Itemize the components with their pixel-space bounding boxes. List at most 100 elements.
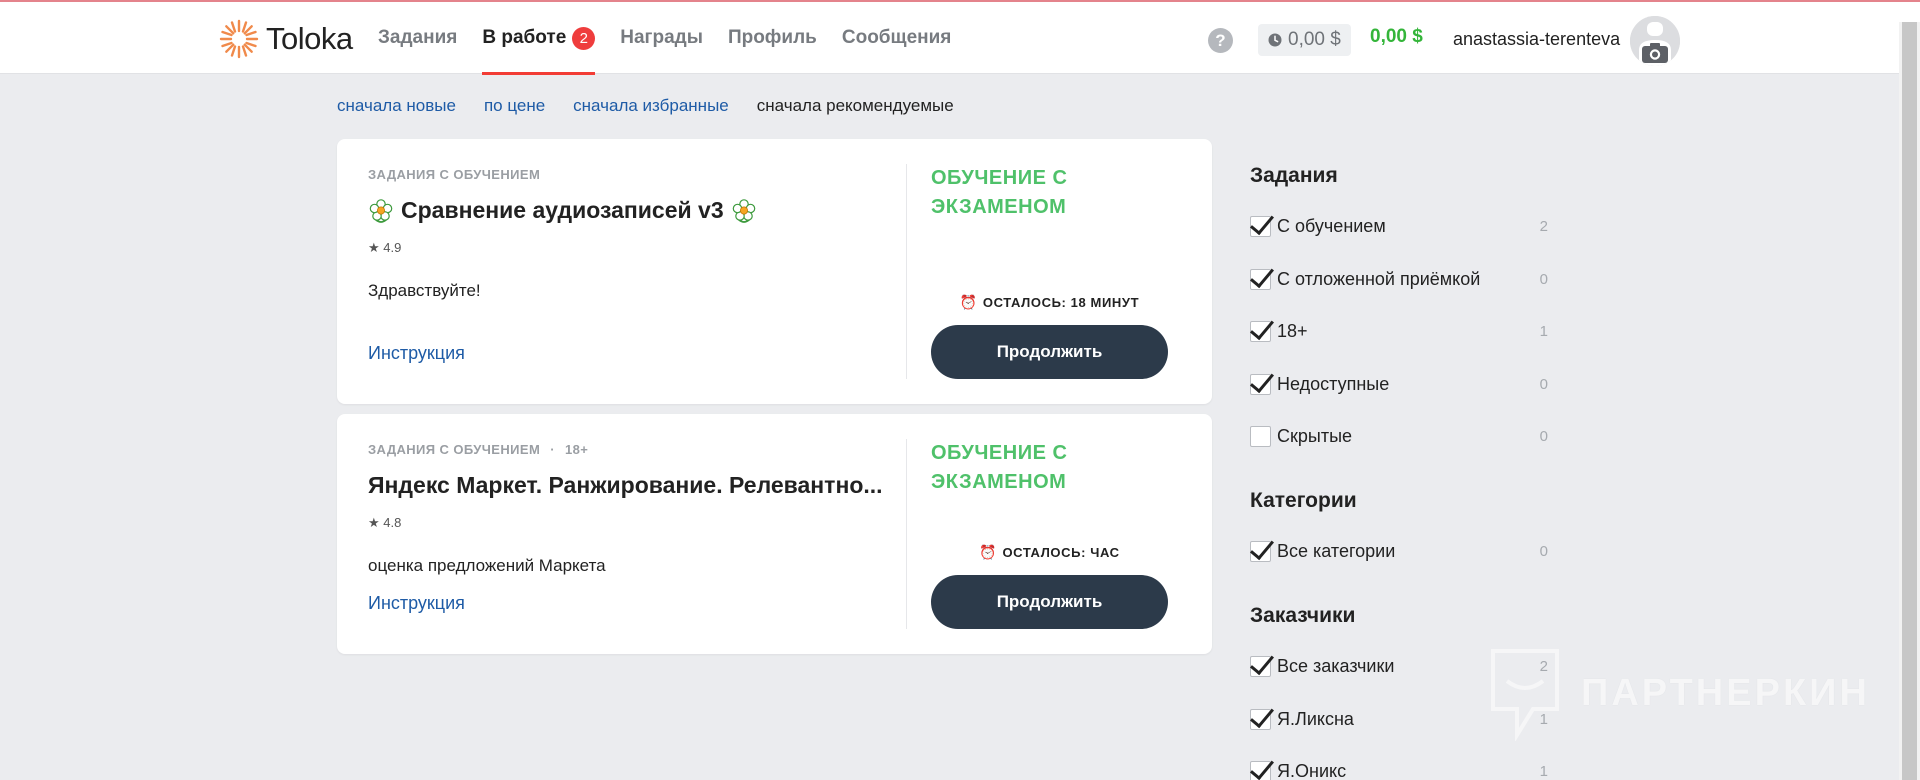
nav-item-messages[interactable]: Сообщения: [842, 2, 952, 74]
checkbox[interactable]: [1250, 215, 1271, 237]
star-icon: ★: [368, 515, 380, 530]
help-icon[interactable]: ?: [1208, 28, 1233, 53]
age-tag: 18+: [564, 442, 589, 457]
filter-label: Недоступные: [1277, 373, 1390, 394]
task-title[interactable]: Сравнение аудиозаписей v3: [368, 197, 757, 224]
card-divider: [906, 439, 907, 629]
clock-icon: [1268, 33, 1282, 47]
rating-value: 4.8: [383, 515, 402, 530]
checkbox[interactable]: [1250, 425, 1271, 447]
filter-hidden[interactable]: Скрытые 0: [1250, 422, 1548, 450]
filter-count: 1: [1539, 322, 1548, 340]
customers-filter-heading: Заказчики: [1250, 604, 1356, 627]
task-rating: ★ 4.9: [368, 240, 401, 256]
main-nav: Задания В работе 2 Награды Профиль Сообщ…: [378, 2, 976, 75]
filter-delayed-acceptance[interactable]: С отложенной приёмкой 0: [1250, 265, 1548, 293]
nav-item-in-progress[interactable]: В работе 2: [482, 2, 596, 75]
continue-button[interactable]: Продолжить: [931, 325, 1168, 379]
filter-label: С обучением: [1277, 215, 1386, 236]
filter-count: 0: [1539, 375, 1548, 393]
filter-customer[interactable]: Я.Оникс 1: [1250, 757, 1548, 780]
nav-item-profile[interactable]: Профиль: [728, 2, 817, 74]
filter-count: 1: [1539, 762, 1548, 780]
filter-with-training[interactable]: С обучением 2: [1250, 212, 1548, 240]
filter-customer[interactable]: Я.Ликсна 1: [1250, 705, 1548, 733]
task-card: ЗАДАНИЯ С ОБУЧЕНИЕМ Сравнение аудиозапис…: [337, 139, 1212, 404]
sort-bar: сначала новые по цене сначала избранные …: [337, 96, 954, 116]
nav-label: Профиль: [727, 27, 817, 48]
filter-all-categories[interactable]: Все категории 0: [1250, 537, 1548, 565]
top-header: Toloka Задания В работе 2 Награды Профил…: [0, 2, 1920, 75]
page-scrollbar[interactable]: [1899, 22, 1920, 780]
time-left: ⏰ ОСТАЛОСЬ: 18 МИНУТ: [931, 294, 1168, 311]
checkbox[interactable]: [1250, 320, 1271, 342]
in-progress-count-badge: 2: [572, 26, 596, 50]
checkbox[interactable]: [1250, 540, 1271, 562]
checkbox[interactable]: [1250, 760, 1271, 780]
flower-icon: [369, 198, 393, 223]
sort-recommended-current: сначала рекомендуемые: [756, 96, 954, 115]
filter-label: 18+: [1277, 320, 1308, 341]
username[interactable]: anastassia-terenteva: [1453, 29, 1620, 50]
toloka-logo[interactable]: Toloka: [218, 18, 353, 60]
watermark-text: ПАРТНЕРКИН: [1581, 671, 1870, 714]
nav-item-rewards[interactable]: Награды: [620, 2, 703, 74]
filter-label: С отложенной приёмкой: [1277, 268, 1481, 289]
filter-unavailable[interactable]: Недоступные 0: [1250, 370, 1548, 398]
task-title[interactable]: Яндекс Маркет. Ранжирование. Релевантно.…: [368, 472, 883, 499]
avatar[interactable]: [1630, 16, 1680, 66]
checkbox[interactable]: [1250, 373, 1271, 395]
checkbox[interactable]: [1250, 708, 1271, 730]
task-type-label: ЗАДАНИЯ С ОБУЧЕНИЕМ: [368, 167, 541, 182]
sort-newest-link[interactable]: сначала новые: [337, 96, 456, 116]
filter-count: 0: [1539, 542, 1548, 560]
checkbox[interactable]: [1250, 655, 1271, 677]
sort-favorites-link[interactable]: сначала избранные: [573, 96, 729, 116]
time-left-text: ОСТАЛОСЬ: ЧАС: [1002, 545, 1120, 560]
card-divider: [906, 164, 907, 379]
checkbox[interactable]: [1250, 268, 1271, 290]
filter-all-customers[interactable]: Все заказчики 2: [1250, 652, 1548, 680]
sun-logo-icon: [219, 19, 259, 59]
logo-text: Toloka: [266, 21, 353, 56]
pending-balance-value: 0,00 $: [1288, 29, 1341, 50]
alarm-clock-icon: ⏰: [959, 294, 978, 310]
sort-price-link[interactable]: по цене: [484, 96, 545, 116]
filter-label: Все категории: [1277, 540, 1396, 561]
filter-count: 2: [1539, 217, 1548, 235]
nav-item-tasks[interactable]: Задания: [378, 2, 457, 74]
task-title-text: Яндекс Маркет. Ранжирование. Релевантно.…: [368, 472, 883, 498]
continue-button[interactable]: Продолжить: [931, 575, 1168, 629]
task-type-label: ЗАДАНИЯ С ОБУЧЕНИЕМ · 18+: [368, 442, 588, 457]
filter-count: 1: [1539, 710, 1548, 728]
alarm-clock-icon: ⏰: [979, 544, 998, 560]
nav-label: Задания: [378, 27, 458, 48]
separator-dot: ·: [550, 442, 555, 457]
tasks-filter-heading: Задания: [1250, 164, 1338, 187]
star-icon: ★: [368, 240, 380, 255]
task-description: Здравствуйте!: [368, 281, 481, 300]
filter-adult[interactable]: 18+ 1: [1250, 317, 1548, 345]
task-rating: ★ 4.8: [368, 515, 401, 531]
nav-label: В работе: [482, 27, 567, 48]
training-exam-label: ОБУЧЕНИЕ С ЭКЗАМЕНОМ: [931, 167, 1068, 218]
time-left-text: ОСТАЛОСЬ: 18 МИНУТ: [982, 295, 1140, 310]
task-card: ЗАДАНИЯ С ОБУЧЕНИЕМ · 18+ Яндекс Маркет.…: [337, 414, 1212, 654]
flower-icon: [732, 198, 755, 223]
filter-label: Я.Оникс: [1277, 760, 1347, 780]
filter-label: Все заказчики: [1277, 655, 1395, 676]
task-type-text: ЗАДАНИЯ С ОБУЧЕНИЕМ: [368, 442, 541, 457]
filter-count: 2: [1539, 657, 1548, 675]
account-balance[interactable]: 0,00 $: [1370, 26, 1423, 48]
nav-label: Сообщения: [841, 27, 952, 48]
rating-value: 4.9: [383, 240, 402, 255]
filter-label: Я.Ликсна: [1277, 708, 1354, 729]
scrollbar-thumb[interactable]: [1902, 22, 1917, 780]
filter-label: Скрытые: [1277, 425, 1353, 446]
instruction-link[interactable]: Инструкция: [368, 343, 465, 364]
training-exam-label: ОБУЧЕНИЕ С ЭКЗАМЕНОМ: [931, 442, 1068, 493]
time-left: ⏰ ОСТАЛОСЬ: ЧАС: [931, 544, 1168, 561]
instruction-link[interactable]: Инструкция: [368, 593, 465, 614]
pending-balance[interactable]: 0,00 $: [1258, 24, 1351, 56]
filter-count: 0: [1539, 270, 1548, 288]
